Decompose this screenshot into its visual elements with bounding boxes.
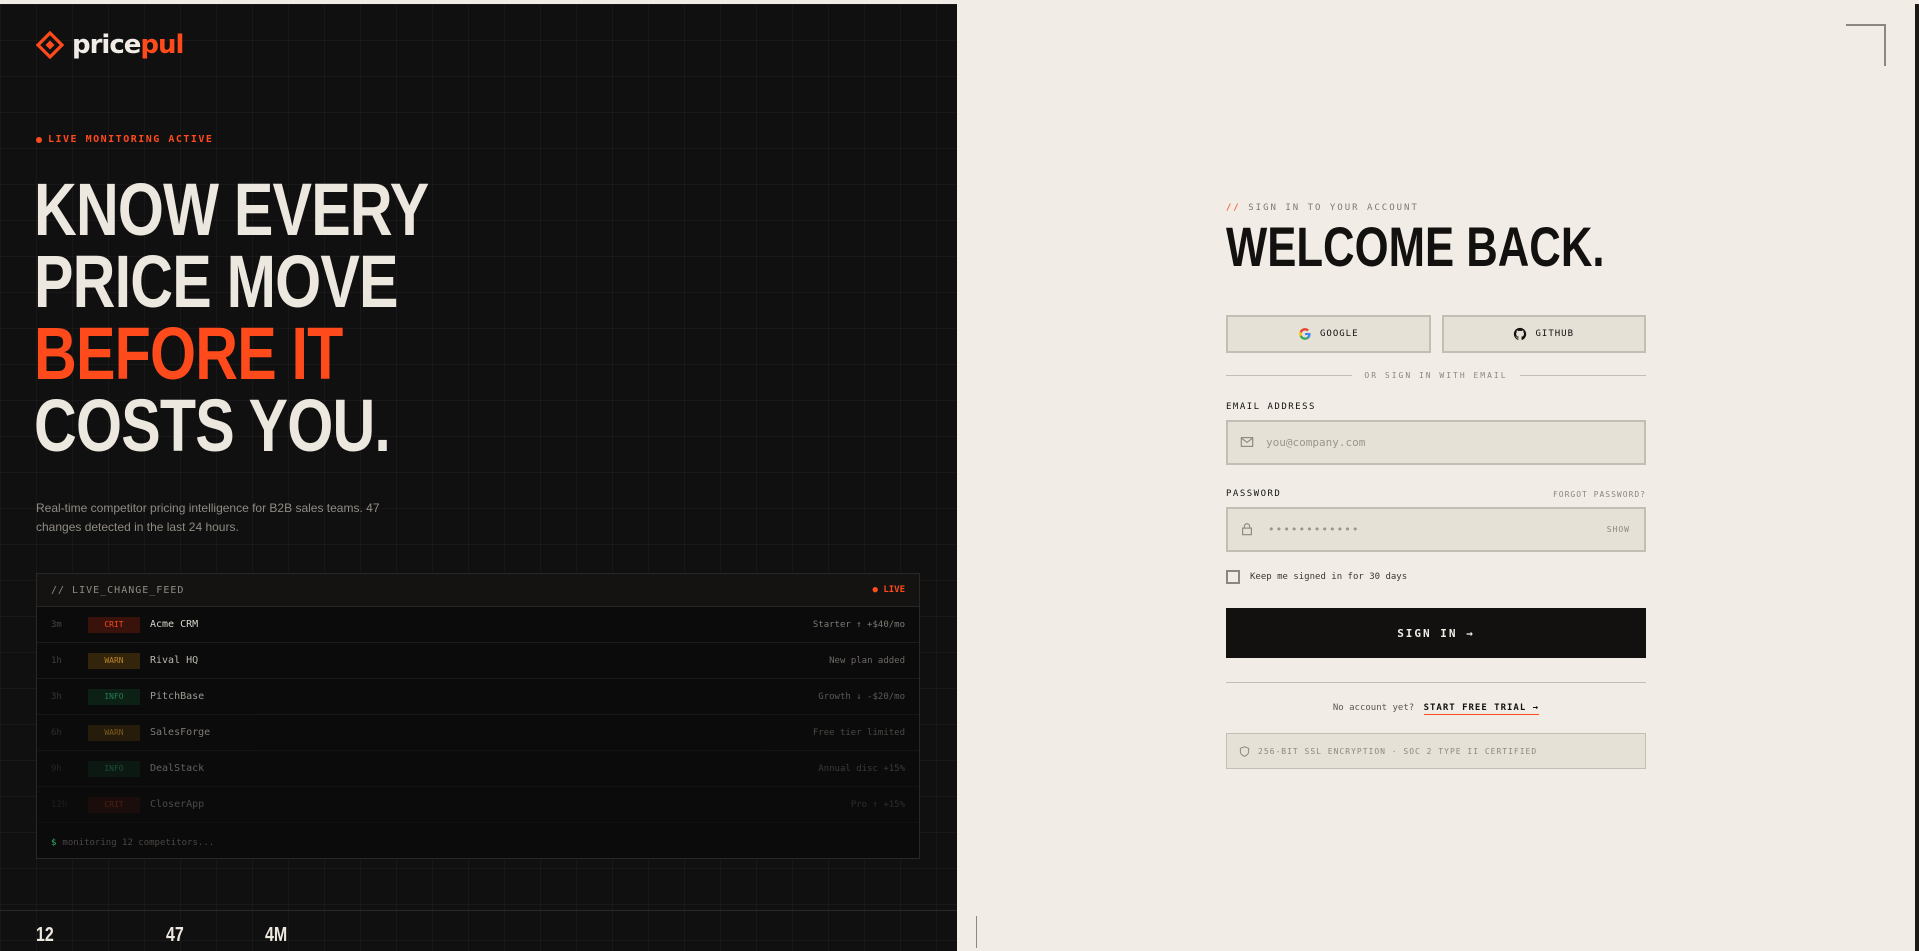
feed-row-level-badge: INFO: [88, 688, 140, 705]
stat-competitors: 12: [36, 924, 54, 946]
corner-bracket-decoration: [1846, 24, 1886, 66]
stat-prices: 4M: [265, 924, 288, 946]
signup-prompt: No account yet? START FREE TRIAL →: [1226, 703, 1646, 715]
feed-row-time: 6h: [51, 727, 62, 738]
feed-row-level-badge: CRIT: [88, 796, 140, 813]
feed-row-competitor: Acme CRM: [150, 619, 199, 630]
password-label-row: PASSWORD FORGOT PASSWORD?: [1226, 489, 1646, 499]
mail-icon: [1240, 437, 1254, 447]
remember-me-checkbox[interactable]: [1226, 570, 1240, 584]
remember-me-label[interactable]: Keep me signed in for 30 days: [1250, 572, 1407, 582]
feed-row: 3h INFO PitchBase Growth ↓ -$20/mo: [37, 679, 919, 715]
email-label: EMAIL ADDRESS: [1226, 402, 1316, 412]
security-badge: 256-BIT SSL ENCRYPTION · SOC 2 TYPE II C…: [1226, 733, 1646, 769]
github-signin-button[interactable]: GITHUB: [1441, 315, 1646, 353]
feed-row: 12h CRIT CloserApp Pro ↑ +15%: [37, 787, 919, 823]
vertical-line-decoration: [976, 916, 977, 948]
forgot-password-link[interactable]: FORGOT PASSWORD?: [1553, 490, 1646, 499]
form-title: WELCOME BACK.: [1226, 215, 1605, 278]
hero-subcopy: Real-time competitor pricing intelligenc…: [36, 501, 380, 534]
headline-line: PRICE MOVE: [34, 240, 399, 323]
live-dot-icon: [36, 136, 42, 143]
headline-line: COSTS YOU.: [34, 384, 391, 467]
feed-row-competitor: Rival HQ: [150, 655, 199, 666]
feed-row-level-badge: CRIT: [88, 616, 140, 633]
password-field-wrapper[interactable]: •••••••••••• SHOW: [1226, 507, 1646, 552]
brand-logo[interactable]: pricepul: [36, 30, 184, 60]
brand-name: pricepul: [72, 30, 184, 60]
feed-row-competitor: CloserApp: [150, 799, 205, 810]
feed-row: 1h WARN Rival HQ New plan added: [37, 643, 919, 679]
feed-row-change: Free tier limited: [812, 727, 905, 738]
login-form: // SIGN IN TO YOUR ACCOUNT WELCOME BACK.…: [1226, 203, 1646, 769]
feed-header: // LIVE_CHANGE_FEED ● LIVE: [37, 574, 919, 607]
lock-icon: [1242, 523, 1252, 536]
password-input[interactable]: ••••••••••••: [1268, 509, 1359, 550]
form-divider: [1226, 682, 1646, 683]
hero-panel: pricepul LIVE MONITORING ACTIVE KNOW EVE…: [0, 4, 957, 951]
feed-row-competitor: PitchBase: [150, 691, 205, 702]
terminal-prompt: $: [51, 838, 57, 848]
live-monitoring-tag: LIVE MONITORING ACTIVE: [36, 134, 213, 145]
github-icon: [1514, 327, 1527, 340]
headline-line: KNOW EVERY: [34, 168, 429, 251]
diamond-logo-icon: [36, 31, 64, 59]
github-label: GITHUB: [1535, 329, 1574, 339]
feed-row: 6h WARN SalesForge Free tier limited: [37, 715, 919, 751]
feed-row-time: 3h: [51, 691, 62, 702]
form-overline: // SIGN IN TO YOUR ACCOUNT: [1226, 203, 1419, 213]
email-divider: OR SIGN IN WITH EMAIL: [1226, 371, 1646, 380]
feed-row: 9h INFO DealStack Annual disc +15%: [37, 751, 919, 787]
google-signin-button[interactable]: GOOGLE: [1226, 315, 1431, 353]
no-account-text: No account yet?: [1332, 703, 1415, 713]
headline-line-accent: BEFORE IT: [34, 312, 343, 395]
email-input[interactable]: [1266, 422, 1586, 463]
feed-footer-text: monitoring 12 competitors...: [62, 838, 215, 848]
google-icon: [1299, 328, 1311, 340]
feed-row-time: 1h: [51, 655, 62, 666]
google-label: GOOGLE: [1319, 329, 1359, 339]
email-label-row: EMAIL ADDRESS: [1226, 402, 1646, 412]
show-password-toggle[interactable]: SHOW: [1607, 509, 1630, 550]
remember-me-row: Keep me signed in for 30 days: [1226, 570, 1646, 584]
stats-divider: [0, 910, 957, 911]
feed-row-time: 12h: [51, 799, 68, 810]
feed-footer: $ monitoring 12 competitors...: [37, 823, 919, 863]
feed-row-change: Pro ↑ +15%: [850, 799, 905, 810]
feed-row-time: 3m: [51, 619, 62, 630]
security-text: 256-BIT SSL ENCRYPTION · SOC 2 TYPE II C…: [1258, 746, 1538, 756]
stat-changes: 47: [166, 924, 184, 946]
feed-row-change: Starter ↑ +$40/mo: [812, 619, 905, 630]
start-free-trial-link[interactable]: START FREE TRIAL →: [1423, 703, 1540, 715]
feed-title: // LIVE_CHANGE_FEED: [51, 584, 185, 596]
feed-row-level-badge: WARN: [88, 724, 140, 741]
divider-text: OR SIGN IN WITH EMAIL: [1364, 371, 1508, 380]
feed-row-level-badge: INFO: [88, 760, 140, 777]
feed-row-time: 9h: [51, 763, 62, 774]
feed-row-competitor: DealStack: [150, 763, 205, 774]
live-change-feed: // LIVE_CHANGE_FEED ● LIVE 3m CRIT Acme CR…: [36, 573, 920, 859]
window-edge: [1915, 4, 1919, 951]
sign-in-button[interactable]: SIGN IN →: [1226, 608, 1646, 658]
feed-row-change: Annual disc +15%: [818, 763, 905, 774]
shield-icon: [1239, 745, 1250, 757]
feed-row-change: Growth ↓ -$20/mo: [818, 691, 905, 702]
feed-rows: 3m CRIT Acme CRM Starter ↑ +$40/mo 1h WARN Riv…: [37, 607, 919, 823]
feed-live-badge: ● LIVE: [872, 585, 905, 595]
email-field-wrapper: [1226, 420, 1646, 465]
password-label: PASSWORD: [1226, 489, 1282, 499]
social-login-group: GOOGLE GITHUB: [1226, 315, 1646, 353]
feed-row: 3m CRIT Acme CRM Starter ↑ +$40/mo: [37, 607, 919, 643]
feed-row-competitor: SalesForge: [150, 727, 211, 738]
feed-row-change: New plan added: [829, 655, 905, 666]
feed-row-level-badge: WARN: [88, 652, 140, 669]
hero-headline: KNOW EVERY PRICE MOVE BEFORE IT COSTS YO…: [34, 168, 429, 467]
